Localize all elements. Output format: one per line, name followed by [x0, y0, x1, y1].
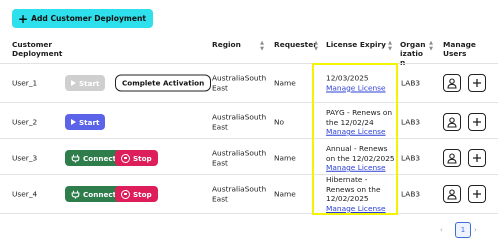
stop-icon: [121, 153, 130, 163]
requester: No: [274, 117, 285, 127]
header-requester[interactable]: Requester: [274, 40, 317, 49]
connect-label: Connect: [83, 153, 117, 163]
sort-license-icon[interactable]: ▲ ▼: [386, 40, 394, 53]
complete-activation-button[interactable]: Complete Activation: [115, 74, 212, 92]
start-label: Start: [79, 117, 100, 127]
organization: LAB3: [401, 153, 421, 163]
user-name: User_1: [12, 78, 38, 88]
header-license-expiry-label: License Expiry: [326, 40, 386, 49]
header-region[interactable]: Region: [212, 40, 241, 49]
stop-icon: [121, 189, 130, 199]
plus-icon: [473, 79, 481, 87]
region: AustraliaSouthEast: [212, 73, 267, 93]
region: AustraliaSouthEast: [212, 112, 267, 132]
stop-label: Stop: [133, 153, 152, 163]
license-expiry-text: Hibernate - Renews on the 12/02/2025: [326, 175, 381, 203]
requester: Name: [274, 189, 296, 199]
connect-button[interactable]: Connect: [65, 186, 123, 202]
manage-user-button[interactable]: [443, 185, 461, 203]
connect-label: Connect: [83, 189, 117, 199]
header-region-label: Region: [212, 40, 241, 49]
add-user-button[interactable]: [468, 185, 486, 203]
license-expiry-text: Annual - Renews on the 12/02/2025: [326, 143, 395, 163]
prev-page-icon[interactable]: ‹: [440, 222, 452, 238]
plug-icon: [71, 190, 80, 199]
page-1-button[interactable]: 1: [455, 222, 471, 238]
plus-icon: [473, 154, 481, 162]
start-button-disabled[interactable]: Start: [65, 75, 106, 91]
play-icon: [71, 119, 76, 125]
user-icon: [447, 188, 457, 200]
manage-license-link[interactable]: Manage License: [326, 163, 398, 173]
header-manage-users: Manage Users: [443, 40, 479, 58]
user-icon: [447, 77, 457, 89]
license-expiry: 12/03/2025 Manage License: [326, 74, 398, 93]
table-row: User_2 Start AustraliaSouthEast No PAYG …: [0, 102, 498, 141]
header-customer-deployment[interactable]: Customer Deployment: [12, 40, 72, 58]
region: AustraliaSouthEast: [212, 148, 267, 168]
organization: LAB3: [401, 78, 421, 88]
add-user-button[interactable]: [468, 149, 486, 167]
next-page-icon[interactable]: ›: [474, 222, 486, 238]
user-name: User_2: [12, 117, 38, 127]
header-customer-deployment-label: Customer Deployment: [12, 40, 63, 58]
plus-icon: +: [18, 11, 29, 26]
complete-activation-label: Complete Activation: [122, 78, 205, 88]
add-user-button[interactable]: [468, 74, 486, 92]
header-requester-label: Requester: [274, 40, 317, 49]
license-expiry-text: PAYG - Renews on the 12/02/24: [326, 107, 393, 127]
table-row: User_1 Start Complete Activation Austral…: [0, 63, 498, 102]
connect-button[interactable]: Connect: [65, 150, 123, 166]
stop-button[interactable]: Stop: [115, 150, 158, 166]
table-row: User_4 Connect Stop AustraliaSouthEast N…: [0, 174, 498, 213]
start-label: Start: [79, 78, 100, 88]
table-divider: [0, 213, 498, 214]
plus-icon: [473, 190, 481, 198]
stop-label: Stop: [133, 189, 152, 199]
add-user-button[interactable]: [468, 113, 486, 131]
stop-button[interactable]: Stop: [115, 186, 158, 202]
user-icon: [447, 152, 457, 164]
page-number: 1: [460, 226, 466, 234]
license-expiry: Hibernate - Renews on the 12/02/2025 Man…: [326, 175, 398, 213]
user-icon: [447, 116, 457, 128]
organization: LAB3: [401, 189, 421, 199]
start-button[interactable]: Start: [65, 114, 106, 130]
play-icon: [71, 80, 76, 86]
header-manage-users-label: Manage Users: [443, 40, 476, 58]
plug-icon: [71, 154, 80, 163]
sort-organization-icon[interactable]: ▲ ▼: [427, 40, 435, 53]
add-customer-deployment-label: Add Customer Deployment: [31, 14, 147, 23]
manage-user-button[interactable]: [443, 113, 461, 131]
header-license-expiry[interactable]: License Expiry: [326, 40, 386, 49]
manage-license-link[interactable]: Manage License: [326, 204, 398, 214]
manage-license-link[interactable]: Manage License: [326, 127, 398, 137]
license-expiry: PAYG - Renews on the 12/02/24 Manage Lic…: [326, 108, 398, 137]
sort-requester-icon[interactable]: ▲ ▼: [312, 40, 320, 53]
license-expiry: Annual - Renews on the 12/02/2025 Manage…: [326, 144, 398, 173]
sort-region-icon[interactable]: ▲ ▼: [258, 40, 266, 53]
add-customer-deployment-button[interactable]: + Add Customer Deployment: [12, 9, 154, 28]
user-name: User_4: [12, 189, 38, 199]
manage-user-button[interactable]: [443, 149, 461, 167]
manage-license-link[interactable]: Manage License: [326, 83, 398, 93]
organization: LAB3: [401, 117, 421, 127]
region: AustraliaSouthEast: [212, 184, 267, 204]
requester: Name: [274, 153, 296, 163]
user-name: User_3: [12, 153, 38, 163]
requester: Name: [274, 78, 296, 88]
table-row: User_3 Connect Stop AustraliaSouthEast N…: [0, 138, 498, 177]
table-header: Customer Deployment Region ▲ ▼ Requester …: [0, 38, 498, 67]
manage-user-button[interactable]: [443, 74, 461, 92]
license-expiry-text: 12/03/2025: [326, 73, 369, 83]
plus-icon: [473, 118, 481, 126]
